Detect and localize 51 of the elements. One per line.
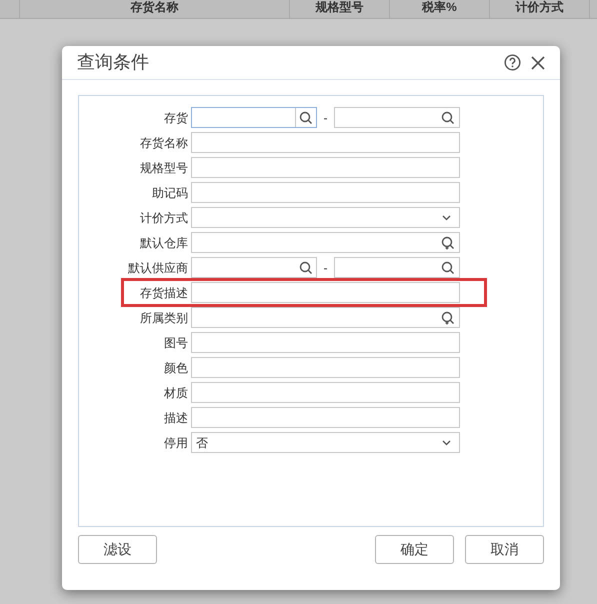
range-end-field[interactable] (334, 257, 460, 278)
text-field[interactable] (191, 357, 460, 378)
dropdown-value: 否 (196, 434, 208, 452)
field-label: 颜色 (164, 360, 188, 376)
search-icon[interactable] (441, 260, 455, 274)
field-label: 材质 (164, 384, 188, 402)
field-label: 计价方式 (140, 210, 188, 226)
range-end-field[interactable] (334, 107, 460, 128)
help-icon[interactable] (504, 54, 521, 71)
field-label: 存货名称 (140, 134, 188, 152)
confirm-button[interactable]: 确定 (375, 535, 454, 564)
column-header: 计价方式 (516, 0, 564, 14)
text-field[interactable] (191, 157, 460, 178)
text-field[interactable] (191, 132, 460, 153)
dropdown-field[interactable]: 否 (191, 432, 460, 453)
search-icon[interactable] (441, 110, 455, 124)
range-separator: - (322, 110, 328, 126)
field-label: 规格型号 (140, 160, 188, 176)
chevron-down-icon (442, 214, 451, 220)
lookup-field[interactable] (191, 232, 460, 253)
search-icon[interactable] (299, 110, 313, 124)
text-field[interactable] (191, 382, 460, 403)
column-header: 规格型号 (316, 0, 364, 14)
filter-settings-button[interactable]: 滤设 (78, 535, 157, 564)
field-label: 图号 (164, 334, 188, 352)
search-icon[interactable] (299, 260, 313, 274)
text-field[interactable] (191, 332, 460, 353)
search-plus-icon[interactable] (441, 310, 455, 324)
field-label: 所属类别 (140, 310, 188, 326)
text-field[interactable] (191, 282, 460, 303)
field-label: 描述 (164, 410, 188, 426)
field-label: 默认仓库 (140, 234, 188, 252)
field-label: 停用 (164, 434, 188, 452)
text-field[interactable] (191, 407, 460, 428)
column-header: 税率% (422, 0, 457, 14)
search-plus-icon[interactable] (441, 236, 455, 250)
range-separator: - (322, 260, 328, 276)
dropdown-field[interactable] (191, 207, 460, 228)
field-label: 存货描述 (140, 284, 188, 302)
lookup-field[interactable] (191, 307, 460, 328)
text-field[interactable] (191, 182, 460, 203)
range-start-field[interactable] (191, 107, 317, 128)
field-label: 助记码 (152, 184, 188, 202)
chevron-down-icon (442, 440, 451, 446)
field-label: 默认供应商 (128, 260, 188, 276)
column-header: 存货名称 (130, 0, 178, 14)
range-start-field[interactable] (191, 257, 317, 278)
field-label: 存货 (164, 110, 188, 126)
cancel-button[interactable]: 取消 (465, 535, 544, 564)
dialog-title: 查询条件 (77, 51, 149, 74)
close-icon[interactable] (531, 56, 545, 70)
